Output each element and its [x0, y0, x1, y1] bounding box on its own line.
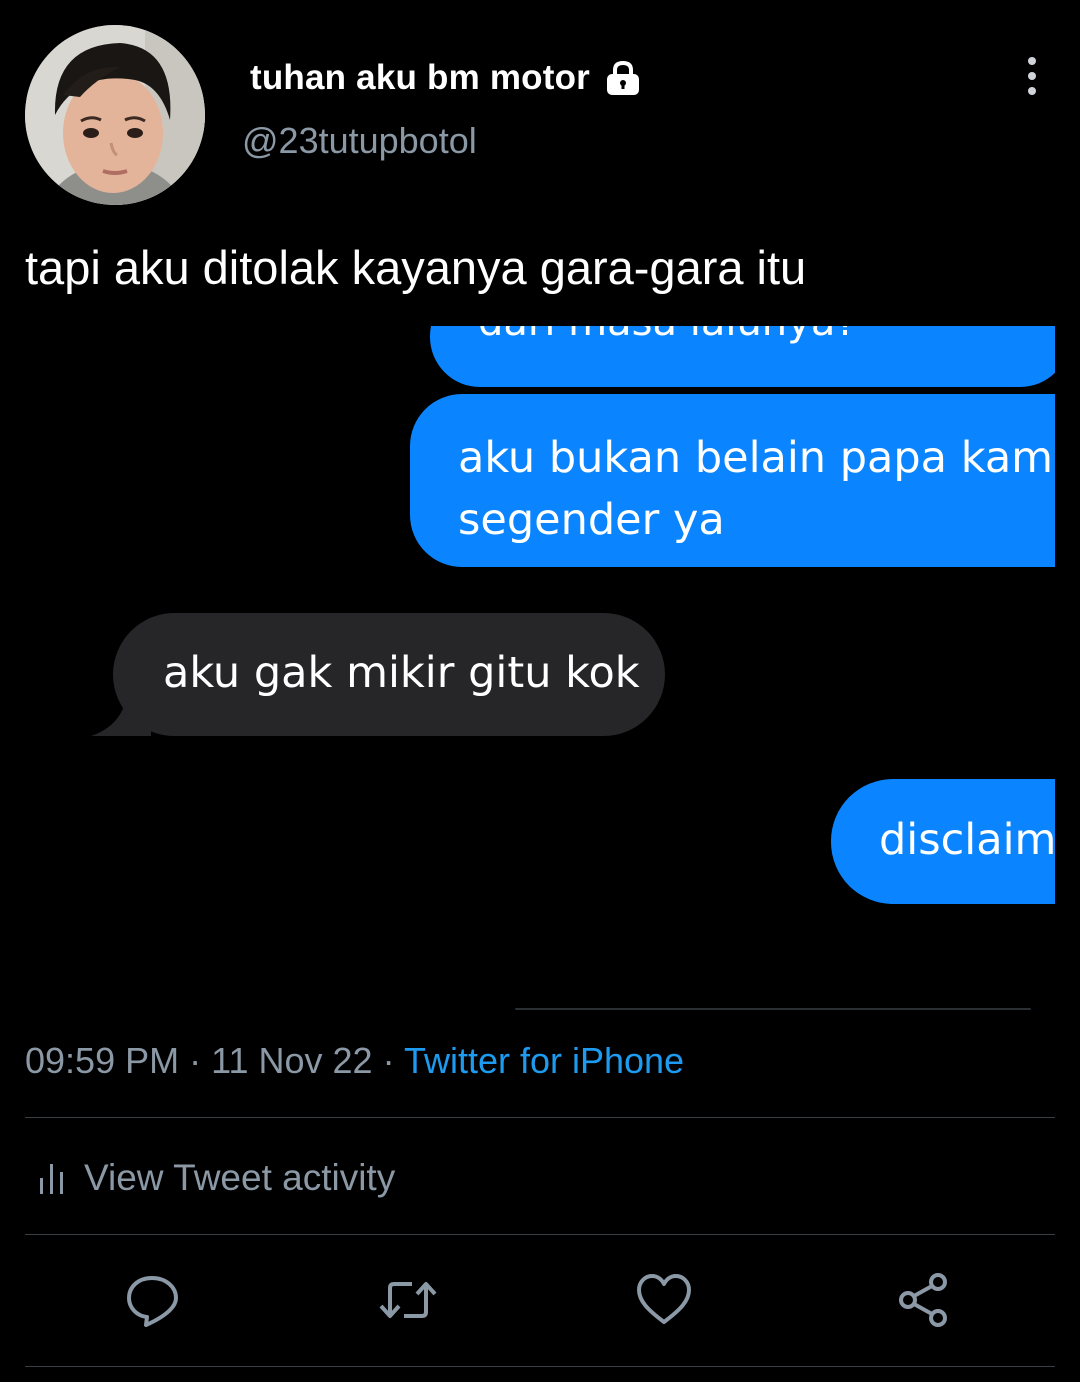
reply-icon	[127, 1276, 178, 1327]
tweet-media[interactable]: dari masa lalunya? aku bukan belain papa…	[25, 326, 1055, 1014]
chat-bubble-received: aku gak mikir gitu kok	[113, 613, 665, 736]
author-name-row[interactable]: tuhan aku bm motor	[250, 56, 642, 100]
bar-chart-icon	[40, 1164, 63, 1194]
tweet-date: 11 Nov 22	[211, 1040, 373, 1081]
chat-bubble-sent: aku bukan belain papa kamu segender ya	[410, 394, 1055, 567]
tweet-source-link[interactable]: Twitter for iPhone	[404, 1040, 684, 1081]
avatar-image	[25, 25, 205, 205]
like-button[interactable]	[634, 1270, 694, 1330]
meta-separator: ·	[382, 1040, 395, 1081]
lock-icon	[604, 59, 642, 97]
share-icon	[899, 1273, 947, 1327]
tweet-metadata: 09:59 PM · 11 Nov 22 · Twitter for iPhon…	[25, 1040, 684, 1082]
view-tweet-activity-button[interactable]: View Tweet activity	[38, 1150, 395, 1206]
divider	[25, 1117, 1055, 1118]
heart-icon	[637, 1274, 691, 1324]
chat-bubble-sent: disclaim	[831, 779, 1055, 904]
meta-separator: ·	[189, 1040, 202, 1081]
chat-bubble-sent: dari masa lalunya?	[430, 326, 1055, 387]
media-divider	[515, 1008, 1031, 1010]
retweet-button[interactable]	[378, 1270, 438, 1330]
more-options-icon[interactable]	[1012, 55, 1052, 99]
author-handle[interactable]: @23tutupbotol	[242, 120, 477, 162]
tweet-time: 09:59 PM	[25, 1040, 180, 1081]
divider	[25, 1234, 1055, 1235]
avatar[interactable]	[25, 25, 205, 205]
divider	[25, 1366, 1055, 1367]
reply-button[interactable]	[122, 1270, 182, 1330]
retweet-icon	[379, 1282, 437, 1318]
display-name[interactable]: tuhan aku bm motor	[250, 58, 590, 98]
view-tweet-activity-label: View Tweet activity	[84, 1157, 396, 1198]
tweet-text: tapi aku ditolak kayanya gara-gara itu	[25, 241, 807, 294]
share-button[interactable]	[894, 1270, 954, 1330]
